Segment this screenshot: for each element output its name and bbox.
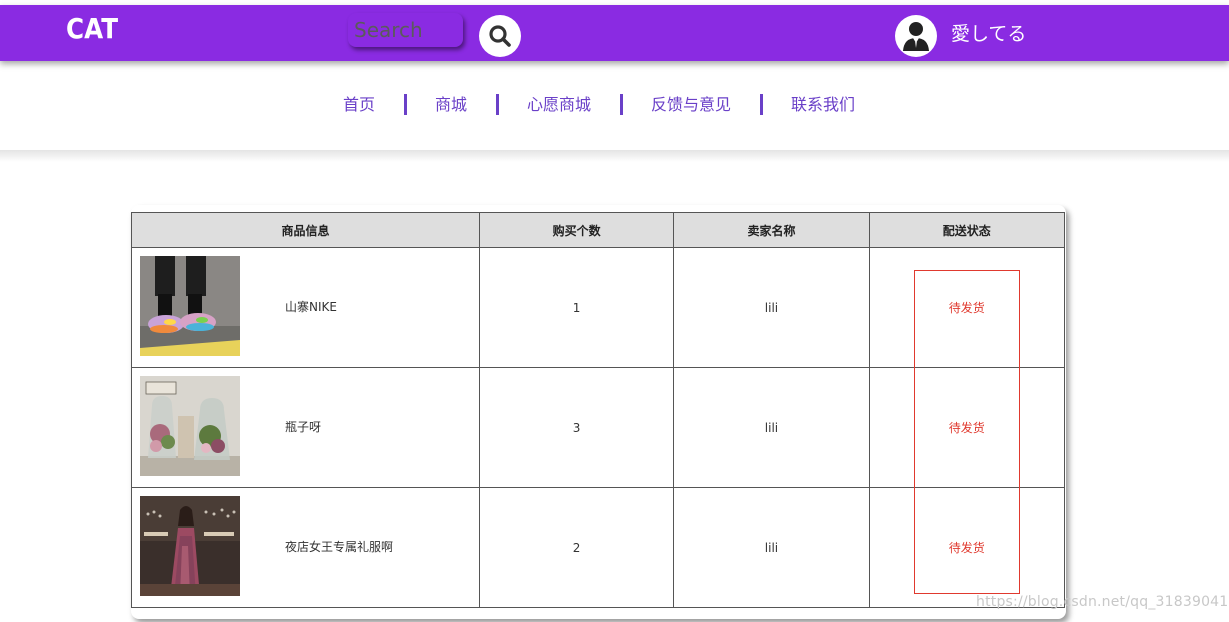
nav-divider	[620, 94, 623, 115]
column-header-seller: 卖家名称	[673, 212, 870, 248]
product-info-cell: 夜店女王专属礼服啊	[131, 487, 480, 608]
column-header-delivery-status: 配送状态	[868, 212, 1066, 248]
sneakers-image	[140, 256, 240, 356]
quantity-cell: 3	[478, 367, 675, 488]
seller-cell: lili	[673, 487, 870, 608]
column-header-quantity: 购买个数	[478, 212, 675, 248]
nav-item-home[interactable]: 首页	[343, 94, 375, 116]
seller-cell: lili	[673, 247, 870, 368]
search-input[interactable]	[348, 13, 463, 47]
column-header-product-info: 商品信息	[131, 212, 480, 248]
status-cell: 待发货	[868, 487, 1066, 608]
nav-divider	[496, 94, 499, 115]
nav-divider	[760, 94, 763, 115]
user-avatar[interactable]	[895, 15, 937, 57]
product-info-cell: 山寨NIKE	[131, 247, 480, 368]
product-info-cell: 瓶子呀	[131, 367, 480, 488]
username[interactable]: 愛してる	[951, 19, 1026, 46]
nav-divider	[404, 94, 407, 115]
user-icon	[903, 22, 929, 51]
nav-item-feedback[interactable]: 反馈与意见	[651, 94, 731, 116]
search-icon	[489, 25, 511, 47]
product-name[interactable]: 山寨NIKE	[285, 298, 337, 315]
quantity-cell: 1	[478, 247, 675, 368]
search-button[interactable]	[479, 15, 521, 57]
product-name[interactable]: 夜店女王专属礼服啊	[285, 538, 393, 555]
product-image[interactable]	[140, 256, 240, 356]
product-name[interactable]: 瓶子呀	[285, 418, 321, 435]
status-cell: 待发货	[868, 247, 1066, 368]
page: CAT 愛してる 首页 商城 心愿商城 反馈与意见	[0, 0, 1229, 622]
delivery-status: 待发货	[948, 421, 985, 435]
product-image[interactable]	[140, 496, 240, 596]
watermark: https://blog.csdn.net/qq_31839041	[976, 594, 1229, 610]
delivery-status: 待发货	[948, 541, 985, 555]
quantity-cell: 2	[478, 487, 675, 608]
product-image[interactable]	[140, 376, 240, 476]
orders-table: 商品信息 购买个数 卖家名称 配送状态 山寨NIKE 1 lili 待发货 瓶子…	[131, 212, 1066, 608]
status-cell: 待发货	[868, 367, 1066, 488]
nav-item-mall[interactable]: 商城	[435, 94, 467, 116]
table-row: 山寨NIKE 1 lili 待发货	[131, 247, 1066, 368]
top-header: CAT 愛してる	[0, 5, 1229, 61]
table-header-row: 商品信息 购买个数 卖家名称 配送状态	[131, 212, 1066, 248]
brand-logo[interactable]: CAT	[66, 12, 118, 45]
delivery-status: 待发货	[948, 301, 985, 315]
nav-item-wish-mall[interactable]: 心愿商城	[527, 94, 591, 116]
nav-shadow	[0, 150, 1229, 162]
main-nav: 首页 商城 心愿商城 反馈与意见 联系我们	[0, 61, 1229, 150]
seller-cell: lili	[673, 367, 870, 488]
table-row: 瓶子呀 3 lili 待发货	[131, 367, 1066, 488]
orders-card: 商品信息 购买个数 卖家名称 配送状态 山寨NIKE 1 lili 待发货 瓶子…	[131, 205, 1066, 619]
nav-list: 首页 商城 心愿商城 反馈与意见 联系我们	[0, 94, 1229, 116]
glass-bottles-image	[140, 376, 240, 476]
dress-image	[140, 496, 240, 596]
nav-item-contact[interactable]: 联系我们	[791, 94, 855, 116]
table-row: 夜店女王专属礼服啊 2 lili 待发货	[131, 487, 1066, 608]
